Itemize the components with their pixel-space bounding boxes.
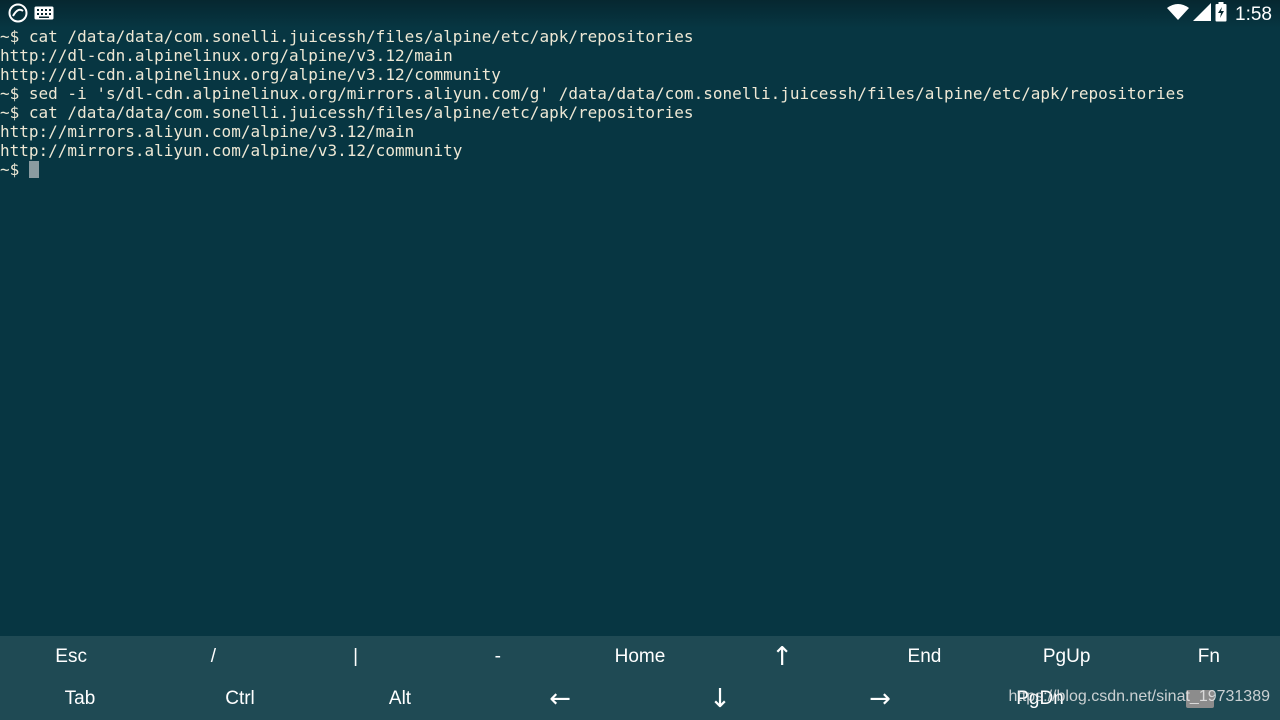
key-tab[interactable]: Tab	[0, 678, 160, 720]
terminal-prompt-line[interactable]: ~$	[0, 160, 1280, 179]
signal-icon	[1193, 3, 1212, 26]
juicessh-app-icon	[8, 3, 28, 28]
key-esc[interactable]: Esc	[0, 636, 142, 678]
terminal-line: http://dl-cdn.alpinelinux.org/alpine/v3.…	[0, 46, 453, 65]
terminal-line: ~$ sed -i 's/dl-cdn.alpinelinux.org/mirr…	[0, 84, 1185, 103]
battery-charging-icon	[1215, 2, 1227, 27]
extra-keys-bar: Esc / | - Home ↑ End PgUp Fn Tab Ctrl Al…	[0, 636, 1280, 720]
terminal-output[interactable]: ~$ cat /data/data/com.sonelli.juicessh/f…	[0, 27, 1280, 635]
terminal-line: http://mirrors.aliyun.com/alpine/v3.12/c…	[0, 141, 463, 160]
wifi-icon	[1167, 3, 1190, 26]
key-pipe[interactable]: |	[284, 636, 426, 678]
watermark: https://blog.csdn.net/sinat_19731389	[1008, 688, 1270, 705]
key-home[interactable]: Home	[569, 636, 711, 678]
terminal-line: ~$ cat /data/data/com.sonelli.juicessh/f…	[0, 27, 694, 46]
key-ctrl[interactable]: Ctrl	[160, 678, 320, 720]
terminal-line: http://mirrors.aliyun.com/alpine/v3.12/m…	[0, 122, 415, 141]
terminal-cursor	[28, 161, 39, 178]
status-time: 1:58	[1235, 3, 1272, 25]
terminal-prompt: ~$	[0, 160, 29, 179]
key-alt[interactable]: Alt	[320, 678, 480, 720]
key-down-arrow[interactable]: ↓	[640, 678, 800, 720]
terminal-line: http://dl-cdn.alpinelinux.org/alpine/v3.…	[0, 65, 501, 84]
key-end[interactable]: End	[853, 636, 995, 678]
key-slash[interactable]: /	[142, 636, 284, 678]
terminal-line: ~$ cat /data/data/com.sonelli.juicessh/f…	[0, 103, 694, 122]
key-dash[interactable]: -	[427, 636, 569, 678]
key-left-arrow[interactable]: ←	[480, 678, 640, 720]
key-up-arrow[interactable]: ↑	[711, 636, 853, 678]
key-right-arrow[interactable]: →	[800, 678, 960, 720]
key-pgup[interactable]: PgUp	[996, 636, 1138, 678]
status-bar: 1:58	[0, 0, 1280, 28]
key-fn[interactable]: Fn	[1138, 636, 1280, 678]
keyboard-icon	[34, 6, 54, 25]
